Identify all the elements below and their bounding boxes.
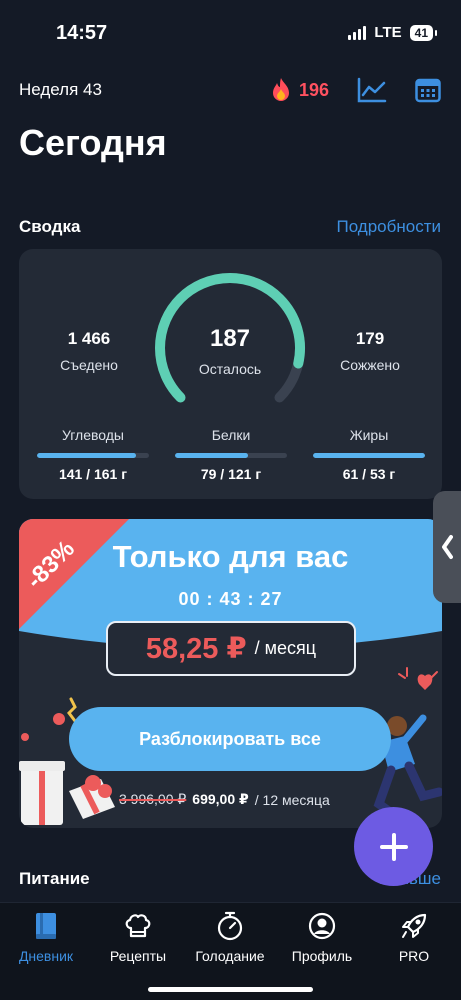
- burned-value: 179: [355, 329, 385, 348]
- remaining-stat: 187 Осталось: [155, 325, 305, 377]
- macro-label: Белки: [211, 427, 251, 443]
- tab-recipes[interactable]: Рецепты: [92, 911, 184, 964]
- status-time: 14:57: [56, 22, 108, 44]
- streak-value: 196: [298, 79, 329, 100]
- add-button[interactable]: [354, 807, 433, 886]
- new-price-period: / 12 месяца: [254, 791, 330, 808]
- macro-progress-fill: [37, 453, 136, 458]
- unlock-all-button[interactable]: Разблокировать все: [69, 707, 391, 771]
- tab-label: Голодание: [195, 948, 265, 964]
- fire-icon: [272, 78, 289, 101]
- price-box: 58,25 ₽ / месяц: [106, 621, 356, 676]
- eaten-stat: 1 466 Съедено: [34, 329, 144, 373]
- price-period: / месяц: [254, 638, 317, 658]
- network-label: LTE: [374, 24, 402, 41]
- tab-fasting[interactable]: Голодание: [184, 911, 276, 964]
- burned-stat: 179 Сожжено: [315, 329, 425, 373]
- profile-icon: [308, 912, 336, 940]
- streak-counter[interactable]: 196: [269, 77, 329, 103]
- chevron-left-icon: [442, 535, 453, 559]
- chart-icon[interactable]: [357, 77, 387, 103]
- tab-bar: Дневник Рецепты Голодание Профиль PRO: [0, 902, 461, 1000]
- macro-value: 141 / 161 г: [58, 466, 128, 482]
- side-panel-handle[interactable]: [433, 491, 461, 603]
- eaten-label: Съедено: [60, 357, 118, 373]
- stopwatch-icon: [217, 911, 243, 941]
- nutrition-heading: Питание: [19, 869, 90, 888]
- macro-progress-fill: [175, 453, 248, 458]
- promo-title: Только для вас: [112, 539, 349, 574]
- tab-profile[interactable]: Профиль: [276, 911, 368, 964]
- calendar-icon[interactable]: [415, 77, 441, 103]
- macro-progress-bar: [37, 453, 149, 458]
- book-icon: [36, 913, 56, 939]
- macro-carbs: Углеводы 141 / 161 г: [37, 427, 149, 482]
- home-indicator: [148, 987, 313, 992]
- monthly-price: 58,25 ₽: [145, 633, 247, 665]
- macro-value: 79 / 121 г: [200, 466, 262, 482]
- rocket-icon: [402, 913, 427, 938]
- summary-header: Сводка Подробности: [19, 217, 441, 237]
- tab-label: PRO: [398, 948, 430, 964]
- macro-progress-bar: [175, 453, 287, 458]
- macro-label: Углеводы: [61, 427, 124, 443]
- status-bar: 14:57 LTE 41: [0, 0, 461, 64]
- battery-icon: 41: [409, 24, 438, 41]
- old-price: 3 996,00 ₽: [119, 791, 187, 807]
- price-comparison: 3 996,00 ₽ 699,00 ₽ / 12 месяца: [119, 791, 330, 808]
- tab-label: Дневник: [18, 948, 74, 964]
- macro-progress-fill: [313, 453, 425, 458]
- remaining-value: 187: [209, 325, 251, 352]
- burned-label: Сожжено: [340, 357, 400, 373]
- week-label[interactable]: Неделя 43: [19, 80, 102, 100]
- macro-progress-bar: [313, 453, 425, 458]
- macro-protein: Белки 79 / 121 г: [175, 427, 287, 482]
- remaining-label: Осталось: [198, 361, 262, 377]
- macro-fat: Жиры 61 / 53 г: [313, 427, 425, 482]
- eaten-value: 1 466: [67, 329, 111, 348]
- promo-timer: 00 : 43 : 27: [178, 589, 283, 609]
- promo-card[interactable]: -83% Только для вас 00 : 43 : 27 58,25 ₽…: [19, 519, 442, 828]
- tab-diary[interactable]: Дневник: [0, 911, 92, 964]
- summary-card[interactable]: 1 466 Съедено 187 Осталось 179 Сожжено У…: [19, 249, 442, 499]
- tab-label: Рецепты: [109, 948, 167, 964]
- chef-hat-icon: [125, 914, 151, 938]
- new-price: 699,00 ₽: [192, 791, 249, 807]
- top-row: Неделя 43 196: [19, 76, 441, 104]
- page-title: Сегодня: [19, 122, 167, 163]
- macro-label: Жиры: [349, 427, 389, 443]
- summary-heading: Сводка: [19, 217, 81, 236]
- status-indicators: LTE 41: [348, 24, 438, 41]
- macro-value: 61 / 53 г: [342, 466, 396, 482]
- details-link[interactable]: Подробности: [337, 217, 442, 237]
- tab-pro[interactable]: PRO: [368, 911, 460, 964]
- tab-label: Профиль: [291, 948, 353, 964]
- plus-icon: [379, 832, 408, 861]
- signal-icon: [348, 25, 367, 40]
